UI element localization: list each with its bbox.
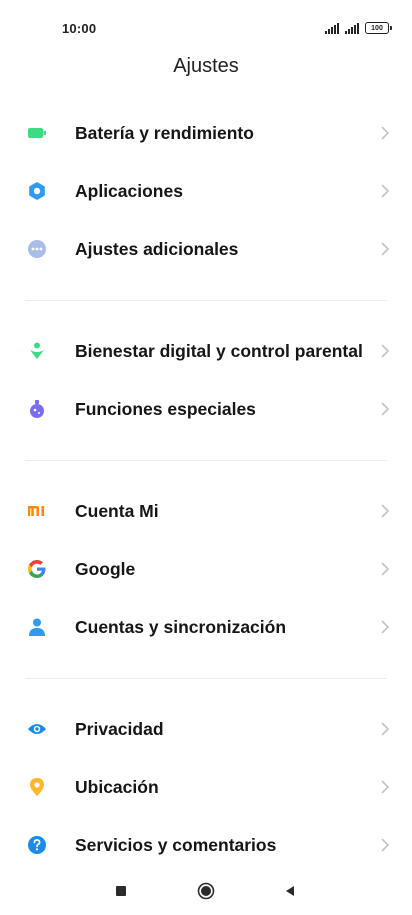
signal-icon — [345, 22, 359, 34]
settings-item-wellbeing[interactable]: Bienestar digital y control parental — [0, 322, 412, 380]
chevron-right-icon — [381, 504, 390, 518]
chevron-right-icon — [381, 344, 390, 358]
settings-item-label: Cuentas y sincronización — [75, 616, 287, 637]
gear-icon — [27, 181, 47, 201]
settings-item-google[interactable]: Google — [0, 540, 412, 598]
navigation-bar — [0, 867, 412, 915]
settings-item-label: Ajustes adicionales — [75, 238, 239, 259]
chevron-right-icon — [381, 838, 390, 852]
settings-item-label: Servicios y comentarios — [75, 834, 277, 855]
chevron-right-icon — [381, 242, 390, 256]
status-icons: 100 — [325, 22, 392, 34]
google-icon — [27, 559, 47, 579]
home-button[interactable] — [192, 877, 220, 905]
square-icon — [116, 886, 126, 896]
settings-item-special-features[interactable]: Funciones especiales — [0, 380, 412, 438]
settings-item-location[interactable]: Ubicación — [0, 758, 412, 816]
back-button[interactable] — [276, 877, 304, 905]
settings-item-label: Funciones especiales — [75, 398, 256, 419]
battery-status-icon: 100 — [365, 22, 392, 34]
recents-button[interactable] — [107, 877, 135, 905]
battery-level: 100 — [365, 22, 389, 34]
chevron-right-icon — [381, 780, 390, 794]
page-title: Ajustes — [173, 55, 239, 77]
settings-item-label: Bienestar digital y control parental — [75, 340, 363, 361]
person-icon — [27, 617, 47, 637]
chevron-right-icon — [381, 722, 390, 736]
chevron-right-icon — [381, 402, 390, 416]
settings-item-label: Ubicación — [75, 776, 159, 797]
chevron-right-icon — [381, 184, 390, 198]
settings-item-label: Privacidad — [75, 718, 164, 739]
settings-item-label: Cuenta Mi — [75, 500, 159, 521]
settings-item-additional[interactable]: Ajustes adicionales — [0, 220, 412, 278]
settings-list: Batería y rendimiento Aplicaciones Ajust… — [0, 104, 412, 874]
section-divider — [0, 656, 412, 700]
settings-item-services-feedback[interactable]: Servicios y comentarios — [0, 816, 412, 874]
flask-icon — [27, 399, 47, 419]
settings-item-battery[interactable]: Batería y rendimiento — [0, 104, 412, 162]
settings-item-label: Batería y rendimiento — [75, 122, 254, 143]
question-icon — [27, 835, 47, 855]
settings-item-label: Aplicaciones — [75, 180, 183, 201]
chevron-right-icon — [381, 620, 390, 634]
chevron-right-icon — [381, 126, 390, 140]
status-bar: 10:00 100 — [0, 0, 412, 56]
chevron-right-icon — [381, 562, 390, 576]
location-pin-icon — [27, 777, 47, 797]
status-time: 10:00 — [62, 21, 97, 36]
wellbeing-icon — [27, 341, 47, 361]
section-divider — [0, 438, 412, 482]
mi-logo-icon — [27, 501, 47, 521]
settings-item-privacy[interactable]: Privacidad — [0, 700, 412, 758]
battery-icon — [27, 123, 47, 143]
eye-icon — [27, 719, 47, 739]
more-dots-icon — [27, 239, 47, 259]
section-divider — [0, 278, 412, 322]
settings-item-label: Google — [75, 558, 136, 579]
settings-item-accounts-sync[interactable]: Cuentas y sincronización — [0, 598, 412, 656]
triangle-back-icon — [286, 886, 294, 896]
circle-icon — [197, 882, 215, 900]
signal-icon — [325, 22, 339, 34]
settings-item-apps[interactable]: Aplicaciones — [0, 162, 412, 220]
settings-item-mi-account[interactable]: Cuenta Mi — [0, 482, 412, 540]
